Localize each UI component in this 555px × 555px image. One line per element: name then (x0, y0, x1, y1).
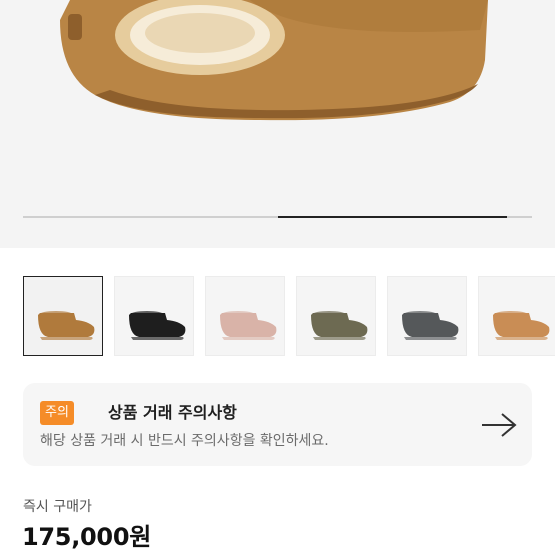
gallery-progress-indicator (277, 216, 507, 218)
trade-notice-card[interactable]: 주의 상품 거래 주의사항 해당 상품 거래 시 반드시 주의사항을 확인하세요… (23, 383, 532, 466)
thumbnail-3[interactable] (205, 276, 285, 356)
boot-sand-icon (493, 311, 550, 340)
boot-grey-icon (402, 311, 459, 340)
boot-pink-icon (220, 311, 277, 340)
notice-title: 상품 거래 주의사항 (108, 403, 237, 422)
boot-olive-icon (311, 311, 368, 340)
boot-chestnut-icon (38, 311, 95, 340)
thumbnail-5[interactable] (387, 276, 467, 356)
thumbnail-6[interactable] (478, 276, 555, 356)
arrow-right-icon[interactable] (480, 411, 518, 439)
thumbnail-2[interactable] (114, 276, 194, 356)
thumbnail-4[interactable] (296, 276, 376, 356)
thumbnail-strip[interactable] (0, 276, 555, 358)
boot-image-icon (60, 0, 488, 121)
notice-description: 해당 상품 거래 시 반드시 주의사항을 확인하세요. (40, 433, 329, 449)
gallery-progress-bar (23, 216, 532, 218)
product-main-image[interactable] (0, 0, 555, 248)
boot-black-icon (129, 311, 186, 340)
instant-buy-price: 175,000원 (22, 523, 151, 551)
caution-badge: 주의 (40, 401, 74, 425)
instant-buy-label: 즉시 구매가 (23, 499, 92, 515)
thumbnail-1[interactable] (23, 276, 103, 356)
